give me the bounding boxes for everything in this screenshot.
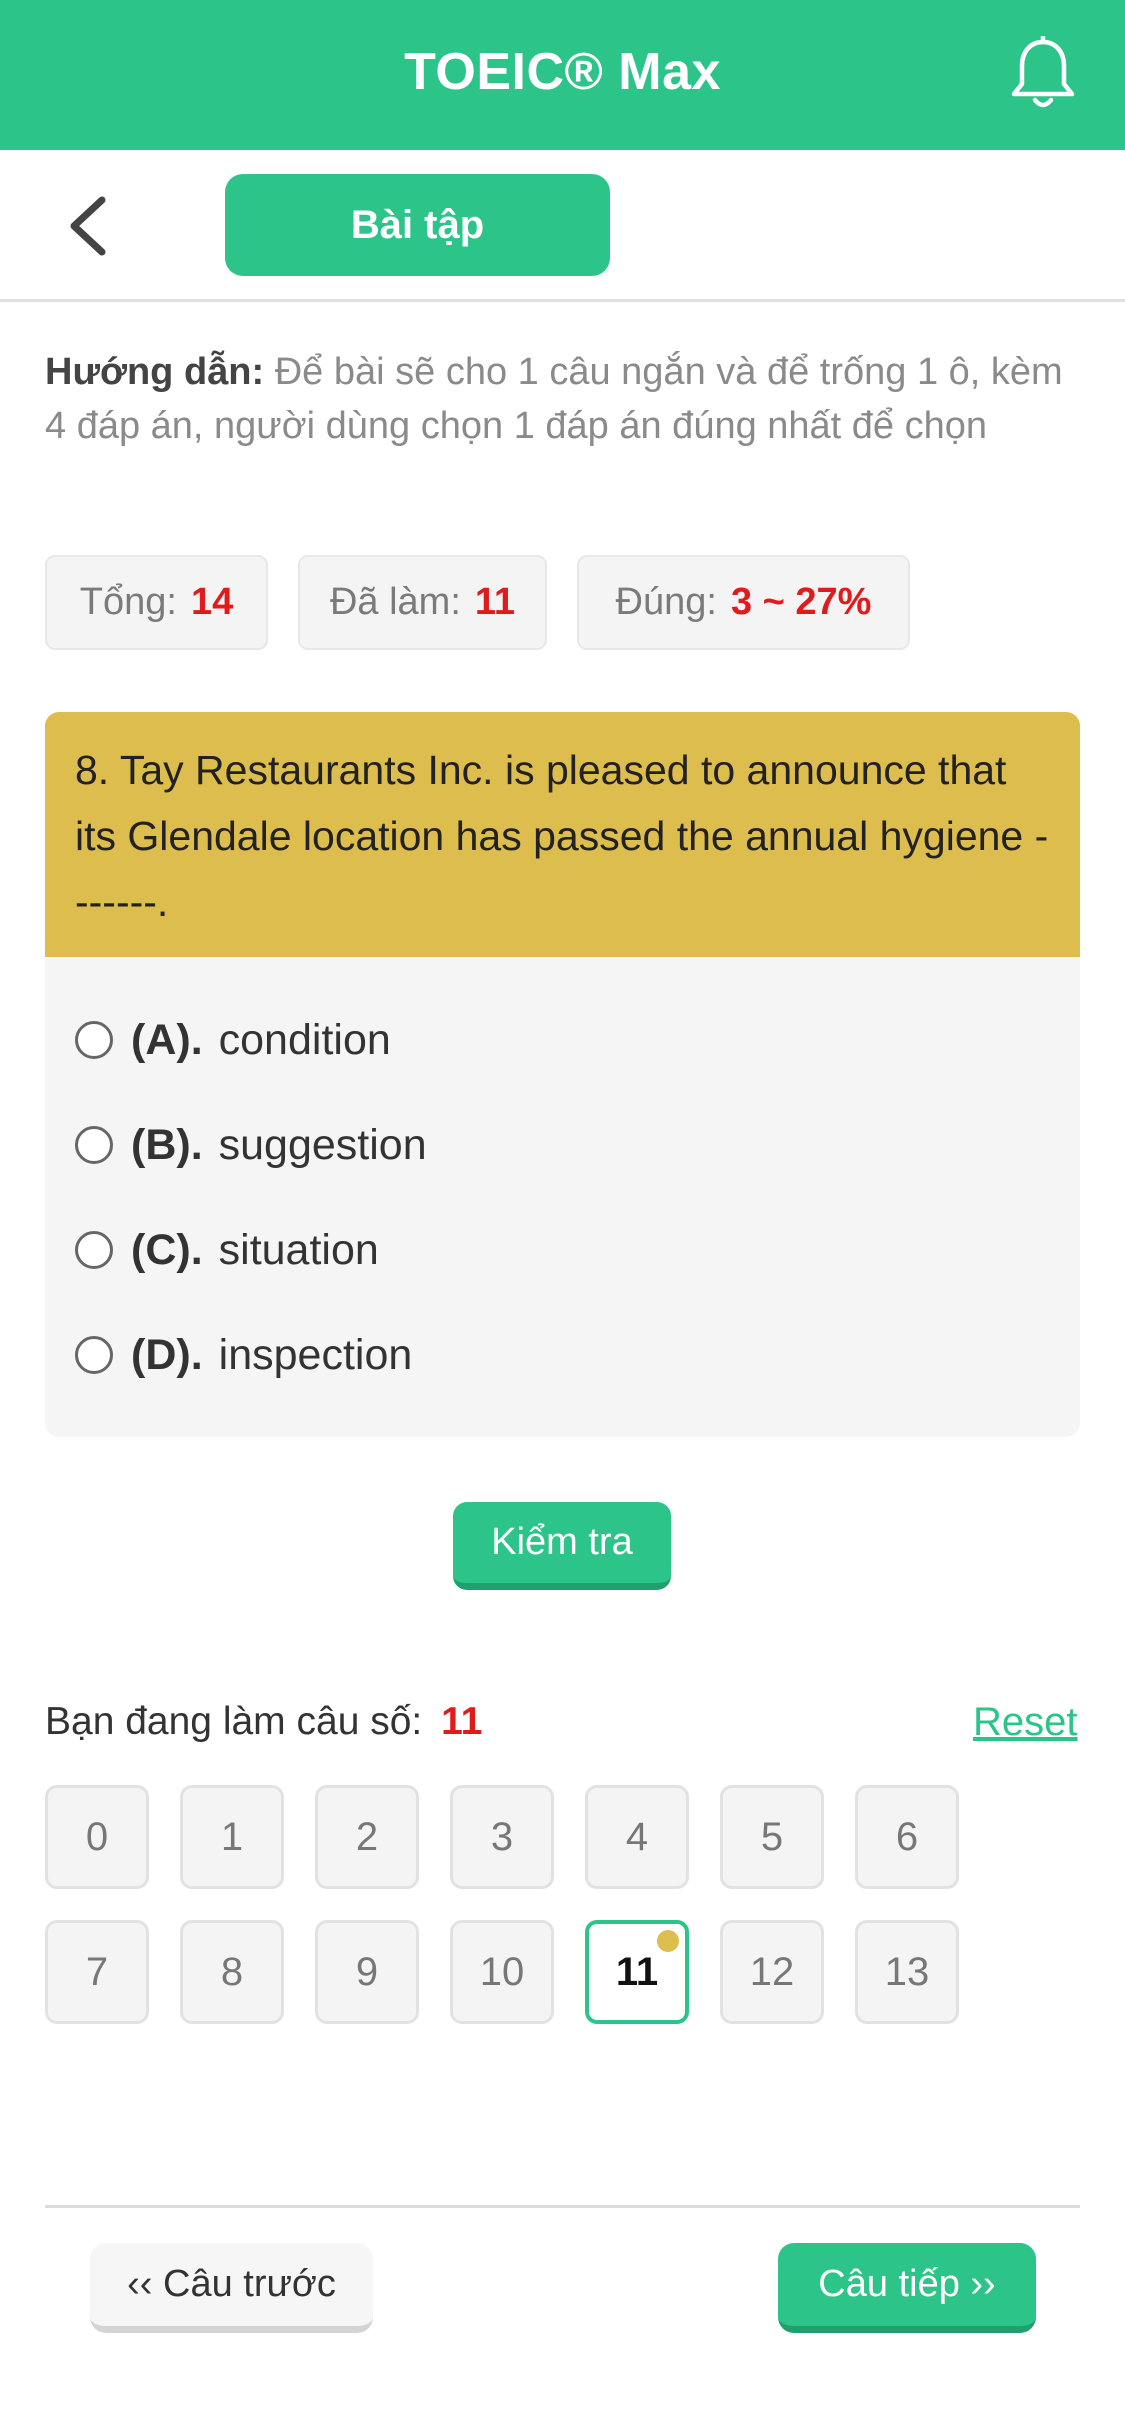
question-text: 8. Tay Restaurants Inc. is pleased to an…	[45, 712, 1080, 957]
instructions-label: Hướng dẫn:	[45, 351, 265, 393]
question-number-10[interactable]: 10	[450, 1920, 554, 2024]
question-number-2[interactable]: 2	[315, 1785, 419, 1889]
app-title: TOEIC® Max	[404, 43, 721, 101]
option-c[interactable]: (C). situation	[75, 1220, 379, 1280]
question-card: 8. Tay Restaurants Inc. is pleased to an…	[45, 712, 1080, 1437]
question-number-0[interactable]: 0	[45, 1785, 149, 1889]
radio-button[interactable]	[75, 1336, 113, 1374]
stat-done-label: Đã làm:	[329, 581, 461, 623]
current-question-label: Bạn đang làm câu số:	[45, 1700, 423, 1743]
question-number-13[interactable]: 13	[855, 1920, 959, 2024]
option-text: suggestion	[218, 1120, 427, 1169]
option-text: condition	[218, 1015, 391, 1064]
previous-question-button[interactable]: ‹‹ Câu trước	[90, 2243, 373, 2333]
stat-total: Tổng: 14	[45, 555, 268, 650]
stat-total-label: Tổng:	[79, 581, 177, 623]
current-question-number: 11	[441, 1700, 483, 1743]
divider	[45, 2205, 1080, 2208]
question-number-6[interactable]: 6	[855, 1785, 959, 1889]
option-text: inspection	[218, 1330, 413, 1379]
stat-correct: Đúng: 3 ~ 27%	[577, 555, 910, 650]
option-key: (A).	[131, 1015, 203, 1064]
current-marker-dot	[657, 1930, 679, 1952]
question-number-12[interactable]: 12	[720, 1920, 824, 2024]
question-number-11-active[interactable]: 11	[585, 1920, 689, 2024]
current-question-indicator: Bạn đang làm câu số: 11	[45, 1700, 482, 1744]
reset-link[interactable]: Reset	[973, 1700, 1078, 1745]
option-b[interactable]: (B). suggestion	[75, 1115, 427, 1175]
stat-total-value: 14	[190, 581, 234, 623]
stat-done: Đã làm: 11	[298, 555, 547, 650]
next-question-button[interactable]: Câu tiếp ››	[778, 2243, 1036, 2333]
option-a[interactable]: (A). condition	[75, 1010, 391, 1070]
stat-correct-value: 3 ~ 27%	[730, 581, 872, 623]
question-number-label: 11	[615, 1949, 659, 1994]
question-number-3[interactable]: 3	[450, 1785, 554, 1889]
option-key: (C).	[131, 1225, 203, 1274]
bell-icon[interactable]	[1008, 36, 1078, 112]
question-number-8[interactable]: 8	[180, 1920, 284, 2024]
chevron-left-icon[interactable]	[64, 194, 114, 258]
option-key: (D).	[131, 1330, 203, 1379]
radio-button[interactable]	[75, 1126, 113, 1164]
option-key: (B).	[131, 1120, 203, 1169]
tab-exercises[interactable]: Bài tập	[225, 174, 610, 276]
question-number-4[interactable]: 4	[585, 1785, 689, 1889]
instructions: Hướng dẫn: Để bài sẽ cho 1 câu ngắn và đ…	[45, 345, 1085, 453]
question-number-7[interactable]: 7	[45, 1920, 149, 2024]
sub-header: Bài tập	[0, 150, 1125, 302]
question-number-1[interactable]: 1	[180, 1785, 284, 1889]
radio-button[interactable]	[75, 1231, 113, 1269]
question-number-9[interactable]: 9	[315, 1920, 419, 2024]
stat-correct-label: Đúng:	[615, 581, 717, 623]
stat-done-value: 11	[474, 581, 516, 623]
check-button[interactable]: Kiểm tra	[453, 1502, 671, 1590]
option-d[interactable]: (D). inspection	[75, 1325, 412, 1385]
question-number-5[interactable]: 5	[720, 1785, 824, 1889]
radio-button[interactable]	[75, 1021, 113, 1059]
app-header: TOEIC® Max	[0, 0, 1125, 150]
option-text: situation	[218, 1225, 379, 1274]
